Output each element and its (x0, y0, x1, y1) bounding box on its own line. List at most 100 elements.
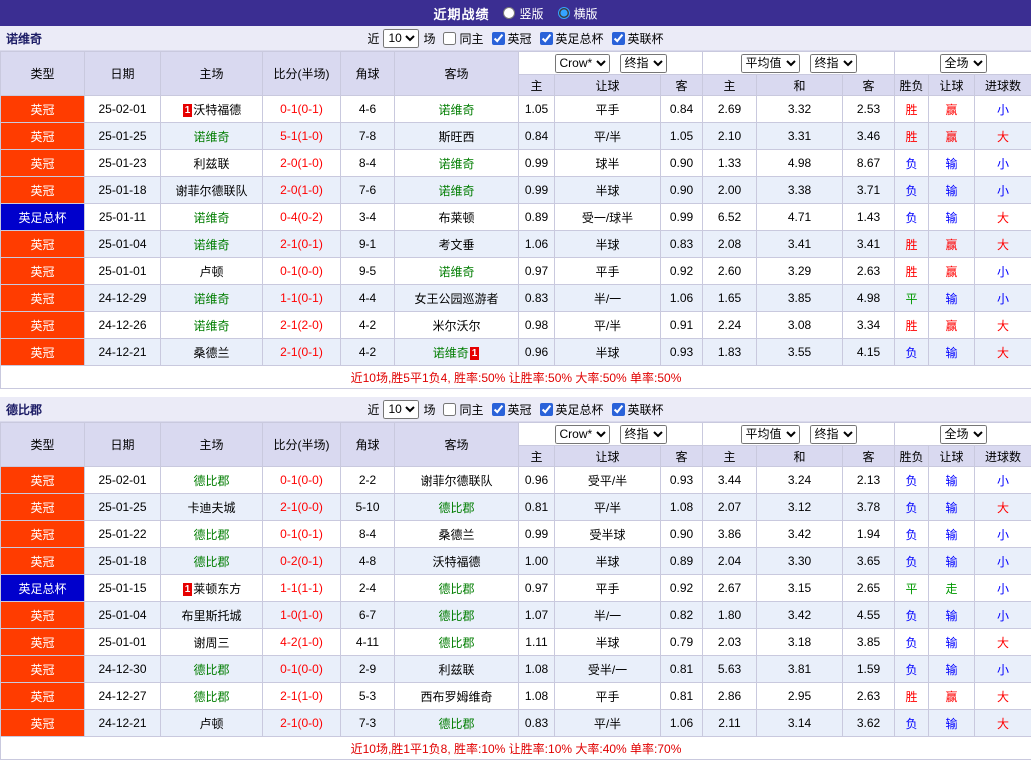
filter-option[interactable]: 同主 (443, 401, 483, 418)
avg-home: 2.03 (703, 629, 757, 656)
team-link[interactable]: 诺维奇 (433, 346, 469, 360)
team-link[interactable]: 德比郡 (438, 609, 474, 623)
filter-checkbox[interactable] (443, 403, 456, 416)
avg-home: 1.80 (703, 602, 757, 629)
filter-label: 英联杯 (628, 401, 664, 418)
header-select[interactable]: 平均值 (741, 54, 800, 73)
team-link[interactable]: 谢周三 (193, 636, 229, 650)
filter-option[interactable]: 英联杯 (612, 30, 664, 47)
team-link[interactable]: 德比郡 (193, 555, 229, 569)
result-goals: 大 (975, 710, 1031, 737)
league-type: 英冠 (1, 629, 85, 656)
team-link[interactable]: 德比郡 (193, 663, 229, 677)
team-link[interactable]: 诺维奇 (193, 211, 229, 225)
team-link[interactable]: 德比郡 (193, 474, 229, 488)
result-handicap-outcome: 赢 (929, 312, 975, 339)
header-select[interactable]: 全场 (940, 425, 987, 444)
header-select[interactable]: 终指 (620, 54, 667, 73)
match-score: 0-1(0-1) (263, 96, 341, 123)
team-link[interactable]: 德比郡 (193, 528, 229, 542)
filter-option[interactable]: 英联杯 (612, 401, 664, 418)
filter-option[interactable]: 同主 (443, 30, 483, 47)
header-select-group: 平均值终指 (703, 423, 895, 446)
header-select[interactable]: 终指 (620, 425, 667, 444)
filter-checkbox[interactable] (492, 32, 505, 45)
team-link[interactable]: 女王公园巡游者 (414, 292, 498, 306)
recent-prefix-label: 近 (367, 401, 379, 418)
team-link[interactable]: 诺维奇 (438, 265, 474, 279)
team-link[interactable]: 诺维奇 (193, 292, 229, 306)
filter-option[interactable]: 英足总杯 (540, 401, 604, 418)
filter-checkbox[interactable] (540, 403, 553, 416)
filter-checkbox[interactable] (612, 32, 625, 45)
team-link[interactable]: 德比郡 (438, 501, 474, 515)
result-outcome: 负 (895, 521, 929, 548)
team-link[interactable]: 德比郡 (438, 717, 474, 731)
team-link[interactable]: 桑德兰 (193, 346, 229, 360)
result-handicap-outcome: 输 (929, 285, 975, 312)
result-goals: 大 (975, 339, 1031, 366)
team-link[interactable]: 诺维奇 (438, 103, 474, 117)
away-team: 诺维奇 (395, 258, 519, 285)
league-type: 英冠 (1, 656, 85, 683)
team-link[interactable]: 卢顿 (199, 265, 223, 279)
team-link[interactable]: 利兹联 (193, 157, 229, 171)
team-link[interactable]: 桑德兰 (438, 528, 474, 542)
header-select[interactable]: Crow* (555, 425, 610, 444)
layout-option[interactable]: 竖版 (503, 5, 543, 22)
recent-count-select[interactable]: 10 (383, 400, 419, 419)
team-link[interactable]: 谢菲尔德联队 (175, 184, 247, 198)
filter-option[interactable]: 英冠 (492, 30, 532, 47)
league-type: 英冠 (1, 683, 85, 710)
avg-home: 2.00 (703, 177, 757, 204)
home-team: 诺维奇 (161, 285, 263, 312)
layout-option[interactable]: 横版 (558, 5, 598, 22)
match-score: 2-1(0-1) (263, 339, 341, 366)
filter-checkbox[interactable] (492, 403, 505, 416)
team-link[interactable]: 沃特福德 (193, 103, 241, 117)
team-link[interactable]: 莱顿东方 (193, 582, 241, 596)
avg-draw: 3.42 (757, 602, 843, 629)
team-link[interactable]: 诺维奇 (193, 130, 229, 144)
filter-option[interactable]: 英冠 (492, 401, 532, 418)
recent-count-select[interactable]: 10 (383, 29, 419, 48)
layout-radio[interactable] (558, 7, 570, 19)
header-select[interactable]: 平均值 (741, 425, 800, 444)
team-link[interactable]: 德比郡 (438, 636, 474, 650)
team-link[interactable]: 卡迪夫城 (187, 501, 235, 515)
filter-checkbox[interactable] (540, 32, 553, 45)
result-goals: 小 (975, 656, 1031, 683)
column-header: 进球数 (975, 75, 1031, 96)
team-link[interactable]: 德比郡 (438, 582, 474, 596)
team-link[interactable]: 谢菲尔德联队 (420, 474, 492, 488)
team-link[interactable]: 西布罗姆维奇 (420, 690, 492, 704)
team-link[interactable]: 诺维奇 (193, 238, 229, 252)
avg-home: 2.60 (703, 258, 757, 285)
header-select-group: Crow* 终指 (519, 52, 703, 75)
header-select[interactable]: Crow* (555, 54, 610, 73)
odds-home: 1.08 (519, 656, 555, 683)
results-table: 类型日期主场比分(半场)角球客场Crow*终指平均值终指全场主让球客主和客胜负让… (0, 422, 1031, 760)
team-link[interactable]: 诺维奇 (438, 157, 474, 171)
team-link[interactable]: 斯旺西 (438, 130, 474, 144)
avg-home: 2.67 (703, 575, 757, 602)
match-date: 25-01-25 (85, 494, 161, 521)
layout-radio[interactable] (503, 7, 515, 19)
header-select[interactable]: 终指 (810, 54, 857, 73)
team-link[interactable]: 诺维奇 (193, 319, 229, 333)
team-link[interactable]: 卢顿 (199, 717, 223, 731)
team-link[interactable]: 考文垂 (438, 238, 474, 252)
header-select[interactable]: 全场 (940, 54, 987, 73)
avg-away: 2.65 (843, 575, 895, 602)
filter-option[interactable]: 英足总杯 (540, 30, 604, 47)
team-link[interactable]: 利兹联 (438, 663, 474, 677)
team-link[interactable]: 诺维奇 (438, 184, 474, 198)
team-link[interactable]: 米尔沃尔 (432, 319, 480, 333)
filter-checkbox[interactable] (612, 403, 625, 416)
team-link[interactable]: 沃特福德 (432, 555, 480, 569)
team-link[interactable]: 布里斯托城 (181, 609, 241, 623)
team-link[interactable]: 德比郡 (193, 690, 229, 704)
team-link[interactable]: 布莱顿 (438, 211, 474, 225)
header-select[interactable]: 终指 (810, 425, 857, 444)
filter-checkbox[interactable] (443, 32, 456, 45)
